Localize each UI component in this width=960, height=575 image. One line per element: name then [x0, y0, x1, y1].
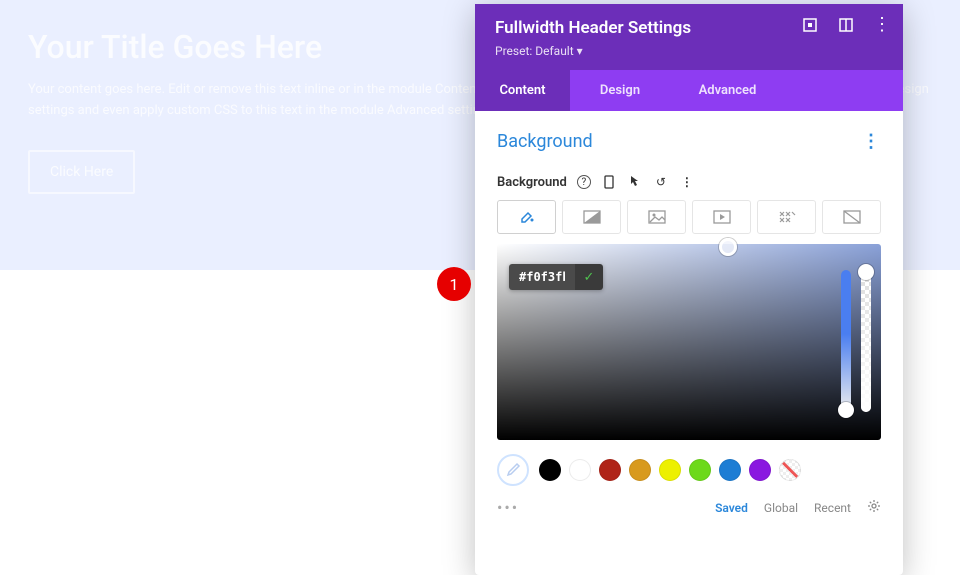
- field-label-row: Background ? ↺ ⋮: [497, 174, 881, 190]
- bg-video-tab[interactable]: [692, 200, 751, 234]
- preset-dropdown[interactable]: Preset: Default ▾: [495, 44, 883, 58]
- panel-header: Fullwidth Header Settings Preset: Defaul…: [475, 4, 903, 70]
- annotation-marker-1: 1: [437, 267, 471, 301]
- tab-content[interactable]: Content: [475, 70, 570, 111]
- field-label: Background: [497, 175, 567, 190]
- color-saturation-picker[interactable]: ✓: [497, 244, 881, 440]
- bg-mask-tab[interactable]: [822, 200, 881, 234]
- more-swatches-icon[interactable]: •••: [497, 498, 519, 517]
- tab-design[interactable]: Design: [570, 70, 670, 111]
- tab-advanced[interactable]: Advanced: [670, 70, 785, 111]
- swatch-green[interactable]: [689, 459, 711, 481]
- preset-global[interactable]: Global: [764, 501, 798, 515]
- hue-slider[interactable]: [841, 270, 851, 412]
- settings-panel: 1 Fullwidth Header Settings Preset: Defa…: [475, 4, 903, 575]
- alpha-knob[interactable]: [858, 264, 874, 280]
- bg-gradient-tab[interactable]: [562, 200, 621, 234]
- hex-input[interactable]: [509, 264, 575, 290]
- preset-colors-row: ••• Saved Global Recent: [497, 498, 881, 517]
- field-more-icon[interactable]: ⋮: [679, 174, 695, 190]
- swatch-amber[interactable]: [629, 459, 651, 481]
- swatch-white[interactable]: [569, 459, 591, 481]
- swatch-red[interactable]: [599, 459, 621, 481]
- bg-color-tab[interactable]: [497, 200, 556, 234]
- bg-pattern-tab[interactable]: [757, 200, 816, 234]
- swatch-yellow[interactable]: [659, 459, 681, 481]
- color-sliders: [841, 270, 871, 412]
- background-type-tabs: [497, 200, 881, 234]
- swatch-blue[interactable]: [719, 459, 741, 481]
- reset-icon[interactable]: ↺: [653, 174, 669, 190]
- more-icon[interactable]: ⋮: [875, 18, 889, 32]
- hex-input-row: ✓: [509, 264, 603, 290]
- bg-image-tab[interactable]: [627, 200, 686, 234]
- header-actions: ⋮: [803, 18, 889, 32]
- preset-recent[interactable]: Recent: [814, 501, 851, 515]
- swatch-black[interactable]: [539, 459, 561, 481]
- hex-confirm-button[interactable]: ✓: [575, 264, 603, 290]
- hero-button[interactable]: Click Here: [28, 150, 135, 194]
- section-more-icon[interactable]: ⋮: [862, 131, 881, 152]
- hue-knob[interactable]: [838, 402, 854, 418]
- color-swatches: [497, 454, 881, 486]
- section-title[interactable]: Background: [497, 131, 593, 152]
- panel-body: Background ⋮ Background ? ↺ ⋮ ✓: [475, 111, 903, 575]
- swatch-purple[interactable]: [749, 459, 771, 481]
- help-icon[interactable]: ?: [577, 175, 591, 189]
- preset-saved[interactable]: Saved: [715, 501, 748, 515]
- alpha-slider[interactable]: [861, 270, 871, 412]
- section-header: Background ⋮: [497, 131, 881, 152]
- responsive-phone-icon[interactable]: [601, 174, 617, 190]
- responsive-icon[interactable]: [839, 18, 853, 32]
- gear-icon[interactable]: [867, 499, 881, 516]
- main-tabs: Content Design Advanced: [475, 70, 903, 111]
- color-picker-handle[interactable]: [719, 238, 737, 256]
- swatch-none[interactable]: [779, 459, 801, 481]
- hover-icon[interactable]: [627, 174, 643, 190]
- eyedropper-icon[interactable]: [497, 454, 529, 486]
- expand-icon[interactable]: [803, 18, 817, 32]
